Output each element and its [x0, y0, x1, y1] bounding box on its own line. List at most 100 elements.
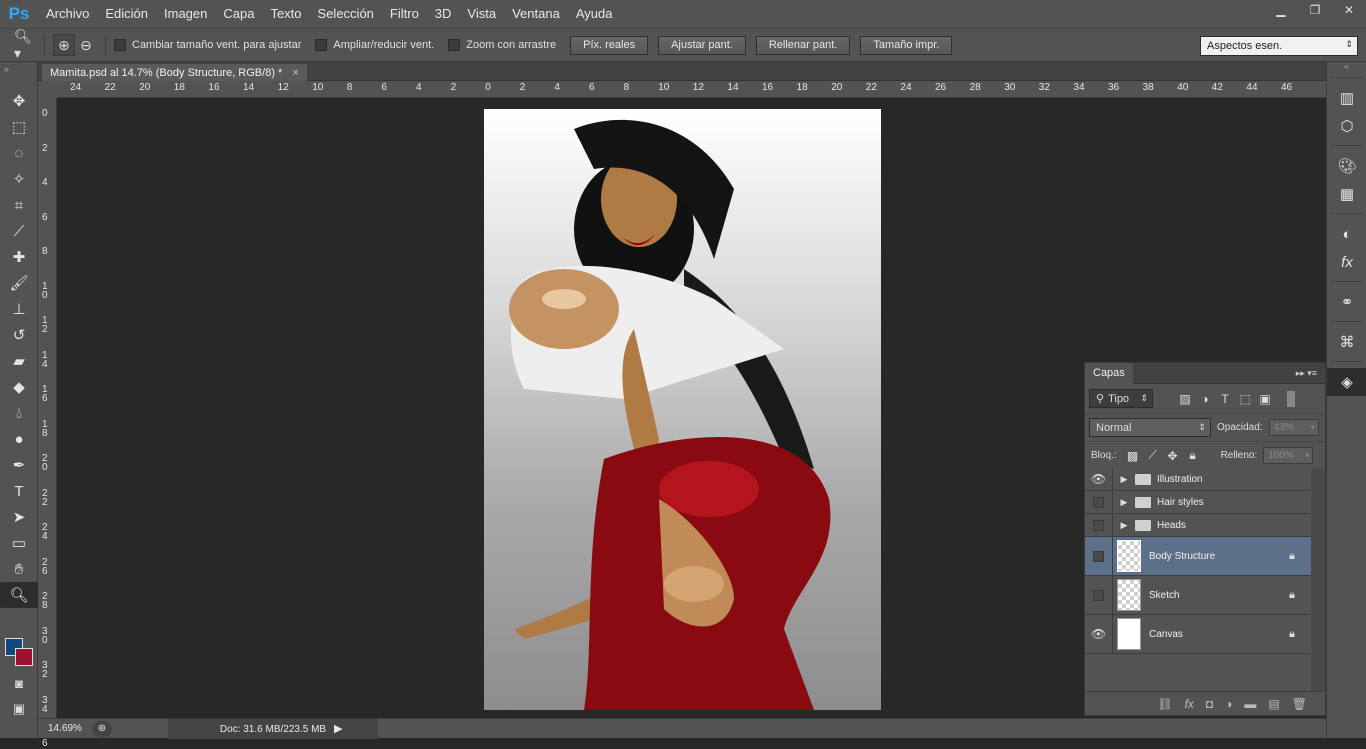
- path-selection-icon[interactable]: ➤: [0, 504, 38, 530]
- layer-group-heads[interactable]: ▶ Heads: [1085, 514, 1311, 537]
- expand-icon[interactable]: ▶: [1117, 520, 1131, 531]
- lock-position-icon[interactable]: ✥: [1163, 447, 1183, 465]
- visibility-toggle[interactable]: [1085, 514, 1113, 536]
- swatches-icon[interactable]: ▦: [1327, 180, 1366, 208]
- menu-ventana[interactable]: Ventana: [504, 0, 568, 28]
- quick-mask-icon[interactable]: ◙: [0, 672, 38, 694]
- dock-collapse-icon[interactable]: «: [1327, 62, 1366, 72]
- type-filter-icon[interactable]: T: [1215, 390, 1235, 408]
- menu-texto[interactable]: Texto: [262, 0, 309, 28]
- screen-mode-icon[interactable]: ▣: [0, 698, 38, 720]
- move-icon[interactable]: ✥: [0, 88, 38, 114]
- horizontal-ruler[interactable]: 24 22 20 18 16 14 12 10 8 6 4 2 0 2 4 6 8 10 12 14 16 18 20 22 2…: [57, 81, 1326, 98]
- menu-edicion[interactable]: Edición: [97, 0, 156, 28]
- eyedropper-icon[interactable]: ⟋: [0, 218, 38, 244]
- type-icon[interactable]: T: [0, 478, 38, 504]
- image-filter-icon[interactable]: ▨: [1175, 390, 1195, 408]
- dropdown-icon[interactable]: ▾: [1305, 451, 1309, 460]
- zoom-all-windows-checkbox[interactable]: Ampliar/reducir vent.: [315, 39, 434, 51]
- fit-screen-button[interactable]: Ajustar pant.: [658, 35, 746, 55]
- visibility-toggle[interactable]: [1085, 537, 1113, 575]
- background-color-swatch[interactable]: [15, 648, 33, 666]
- filter-toggle[interactable]: [1287, 390, 1295, 407]
- magic-wand-icon[interactable]: ✧: [0, 166, 38, 192]
- document-canvas[interactable]: [484, 109, 881, 710]
- eye-icon[interactable]: 👁︎: [1085, 468, 1113, 490]
- 3d-icon[interactable]: ⬡: [1327, 112, 1366, 140]
- fill-screen-button[interactable]: Rellenar pant.: [755, 35, 851, 55]
- layer-canvas[interactable]: 👁︎ Canvas 🔒︎: [1085, 615, 1311, 654]
- add-mask-icon[interactable]: ◘: [1206, 697, 1213, 711]
- workspace-select[interactable]: Aspectos esen. ⇕: [1200, 36, 1358, 56]
- layer-group-illustration[interactable]: 👁︎ ▶ Illustration: [1085, 468, 1311, 491]
- layer-body-structure[interactable]: Body Structure 🔒︎: [1085, 537, 1311, 576]
- lock-all-icon[interactable]: 🔒︎: [1183, 447, 1203, 465]
- zoom-out-icon[interactable]: ⊖: [75, 34, 97, 56]
- zoom-icon[interactable]: 🔍︎: [0, 582, 38, 608]
- layers-scrollbar[interactable]: [1311, 468, 1325, 691]
- channels-icon[interactable]: ⚭: [1327, 288, 1366, 316]
- blur-icon[interactable]: 💧︎: [0, 400, 38, 426]
- resize-windows-checkbox[interactable]: Cambiar tamaño vent. para ajustar: [114, 39, 301, 51]
- menu-seleccion[interactable]: Selección: [310, 0, 382, 28]
- visibility-toggle[interactable]: [1085, 491, 1113, 513]
- tab-layers[interactable]: Capas: [1085, 362, 1133, 384]
- expand-icon[interactable]: ▶: [1117, 497, 1131, 508]
- lock-pixels-icon[interactable]: ⟋: [1143, 447, 1163, 465]
- adjustment-filter-icon[interactable]: ◑: [1195, 390, 1215, 408]
- visibility-toggle[interactable]: [1085, 576, 1113, 614]
- layer-style-icon[interactable]: fx: [1185, 697, 1194, 711]
- zoom-level[interactable]: 14.69%: [38, 723, 88, 734]
- panel-collapse-icon[interactable]: ▸▸ ▾≡: [1296, 368, 1317, 379]
- vertical-ruler[interactable]: 0 2 4 6 8 1 0 1 2 1 4 1 6 1 8 2 0 2 2 2 4 2 6 2 8 3 0 3 …: [38, 98, 57, 749]
- menu-archivo[interactable]: Archivo: [38, 0, 97, 28]
- blend-mode-select[interactable]: Normal ⇕: [1089, 418, 1211, 437]
- history-icon[interactable]: ▥: [1327, 84, 1366, 112]
- delete-layer-icon[interactable]: 🗑︎: [1292, 697, 1307, 711]
- dropdown-icon[interactable]: ▾: [1311, 423, 1315, 432]
- link-layers-icon[interactable]: ⛓︎: [1157, 697, 1172, 711]
- paint-bucket-icon[interactable]: ◆: [0, 374, 38, 400]
- marquee-icon[interactable]: ⬚: [0, 114, 38, 140]
- new-group-icon[interactable]: ▬: [1244, 697, 1256, 711]
- zoom-in-icon[interactable]: ⊕: [53, 34, 75, 56]
- layers-icon[interactable]: ◈: [1327, 368, 1366, 396]
- document-tab[interactable]: Mamita.psd al 14.7% (Body Structure, RGB…: [42, 64, 307, 82]
- smart-object-filter-icon[interactable]: ▣: [1255, 390, 1275, 408]
- menu-vista[interactable]: Vista: [459, 0, 504, 28]
- close-icon[interactable]: ✕: [1332, 0, 1366, 20]
- shape-filter-icon[interactable]: ⬚: [1235, 390, 1255, 408]
- pen-icon[interactable]: ✒︎: [0, 452, 38, 478]
- color-icon[interactable]: 🎨︎: [1327, 152, 1366, 180]
- opacity-field[interactable]: 43% ▾: [1268, 419, 1319, 436]
- menu-3d[interactable]: 3D: [427, 0, 460, 28]
- status-menu-icon[interactable]: ⊛: [92, 720, 112, 737]
- menu-imagen[interactable]: Imagen: [156, 0, 215, 28]
- restore-icon[interactable]: ❐: [1298, 0, 1332, 20]
- styles-icon[interactable]: fx: [1327, 248, 1366, 276]
- new-layer-icon[interactable]: ▤: [1268, 697, 1279, 711]
- minimize-icon[interactable]: ▁: [1264, 0, 1298, 20]
- eye-icon[interactable]: 👁︎: [1085, 615, 1113, 653]
- layer-group-hair-styles[interactable]: ▶ Hair styles: [1085, 491, 1311, 514]
- actual-pixels-button[interactable]: Píx. reales: [570, 35, 649, 55]
- scrubby-zoom-checkbox[interactable]: Zoom con arrastre: [448, 39, 556, 51]
- collapse-icon[interactable]: »: [0, 62, 37, 88]
- crop-icon[interactable]: ⌗: [0, 192, 38, 218]
- clone-stamp-icon[interactable]: ⊥: [0, 296, 38, 322]
- dodge-icon[interactable]: ●: [0, 426, 38, 452]
- adjustments-icon[interactable]: ◐: [1327, 220, 1366, 248]
- history-brush-icon[interactable]: ↺: [0, 322, 38, 348]
- menu-ayuda[interactable]: Ayuda: [568, 0, 621, 28]
- checkbox-box[interactable]: [448, 39, 461, 51]
- rectangle-icon[interactable]: ▭: [0, 530, 38, 556]
- status-arrow-icon[interactable]: ▶: [334, 722, 342, 735]
- lasso-icon[interactable]: ◌: [0, 140, 38, 166]
- print-size-button[interactable]: Tamaño impr.: [860, 35, 953, 55]
- eraser-icon[interactable]: ▰: [0, 348, 38, 374]
- zoom-tool-preset-icon[interactable]: 🔍︎▾: [14, 28, 36, 61]
- ruler-origin[interactable]: [38, 81, 57, 98]
- hand-icon[interactable]: ✋︎: [0, 556, 38, 582]
- fill-field[interactable]: 100% ▾: [1263, 447, 1314, 464]
- healing-brush-icon[interactable]: ✚: [0, 244, 38, 270]
